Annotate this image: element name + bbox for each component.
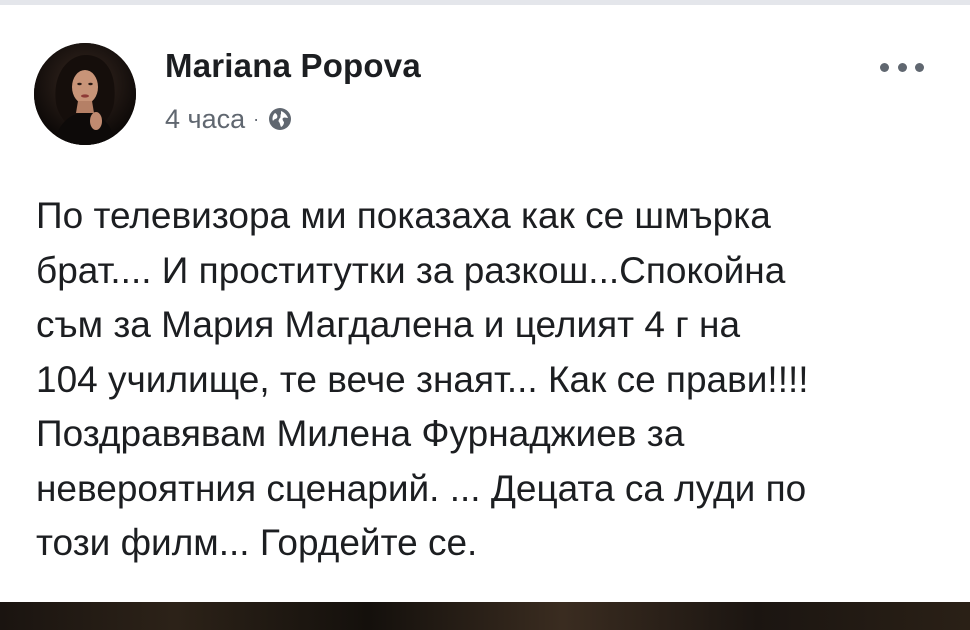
author-avatar[interactable] — [34, 43, 136, 145]
meta-separator: · — [253, 108, 260, 129]
post-meta: 4 часа · — [165, 102, 292, 136]
more-options-button[interactable] — [880, 57, 924, 77]
globe-icon[interactable] — [268, 107, 292, 131]
author-name[interactable]: Mariana Popova — [165, 47, 421, 85]
more-dots-icon — [880, 62, 889, 72]
post-timestamp[interactable]: 4 часа — [165, 104, 245, 135]
avatar-photo — [34, 43, 136, 145]
post-media-preview[interactable] — [0, 602, 970, 630]
post-body-text: По телевизора ми показаха как се шмърка … — [36, 195, 809, 563]
facebook-post: Mariana Popova 4 часа · По телевизора ми… — [0, 5, 970, 598]
